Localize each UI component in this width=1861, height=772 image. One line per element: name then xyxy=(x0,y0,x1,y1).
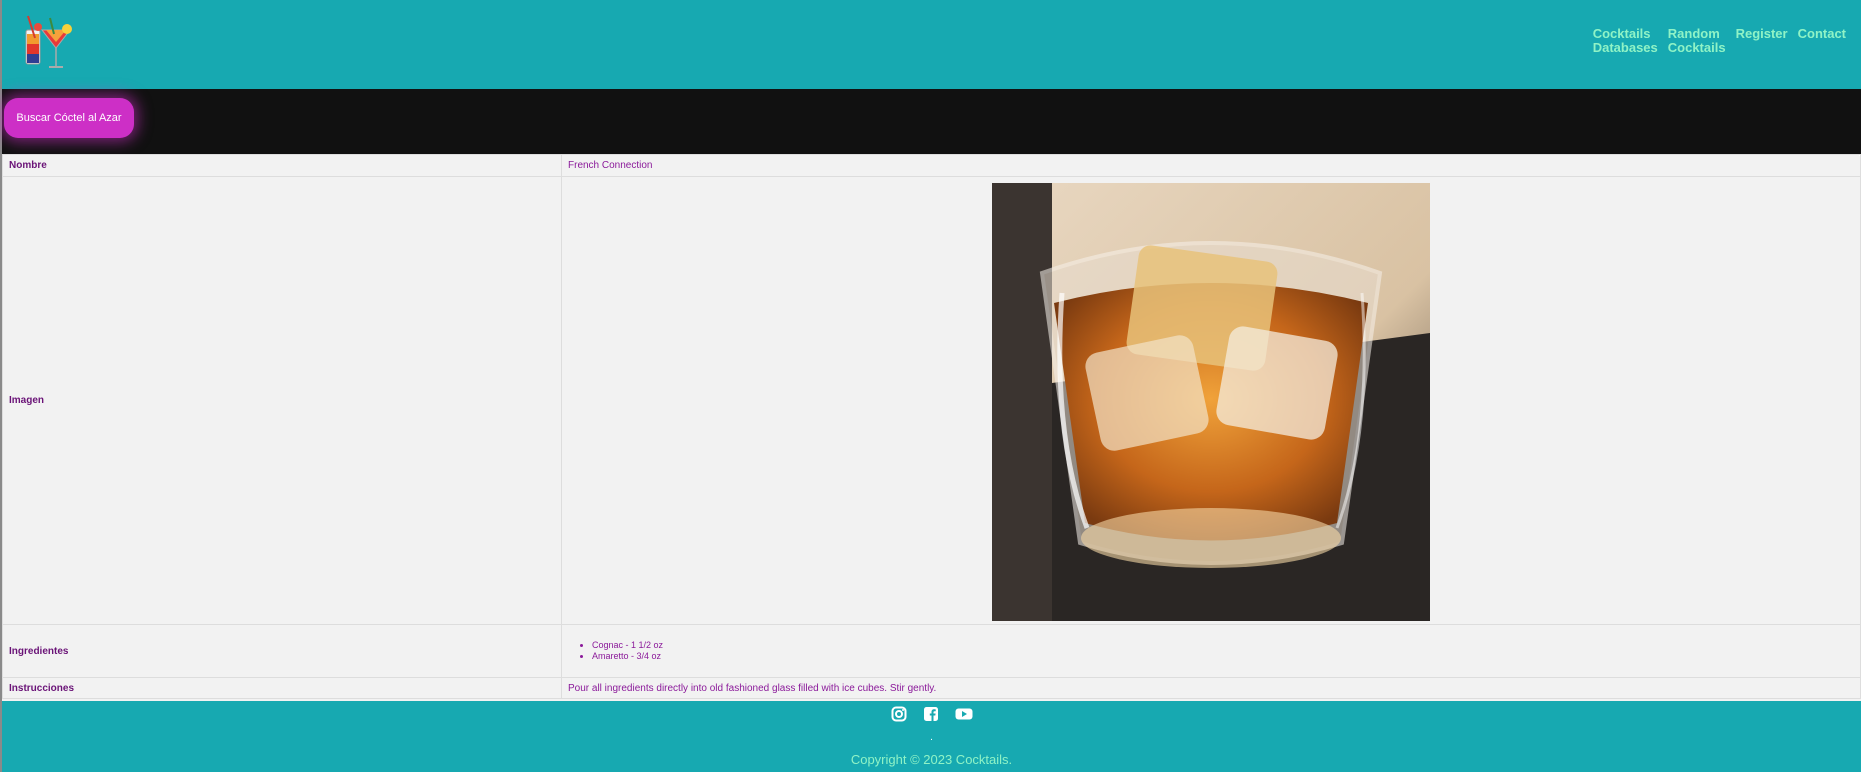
nav-cocktails-databases[interactable]: Cocktails Databases xyxy=(1593,27,1658,55)
image-cell xyxy=(561,176,1861,625)
nav-random-cocktails[interactable]: Random Cocktails xyxy=(1668,27,1726,55)
page: Cocktails Databases Random Cocktails Reg… xyxy=(0,0,1861,772)
ingredients-label: Ingredientes xyxy=(2,624,562,678)
table-row: Instrucciones Pour all ingredients direc… xyxy=(2,677,1861,699)
list-item: Cognac - 1 1/2 oz xyxy=(592,640,1854,651)
list-item: Amaretto - 3/4 oz xyxy=(592,651,1854,662)
copyright-text: Copyright © 2023 Cocktails. xyxy=(850,752,1013,767)
instructions-value: Pour all ingredients directly into old f… xyxy=(561,677,1861,699)
cocktail-table-container: Nombre French Connection Imagen Ingredie… xyxy=(2,154,1861,701)
instructions-label: Instrucciones xyxy=(2,677,562,699)
ingredients-list: Cognac - 1 1/2 oz Amaretto - 3/4 oz xyxy=(568,640,1854,662)
nav-register[interactable]: Register xyxy=(1736,27,1788,55)
name-value: French Connection xyxy=(561,154,1861,177)
header: Cocktails Databases Random Cocktails Reg… xyxy=(2,0,1861,89)
social-links xyxy=(2,706,1861,727)
footer-separator: . xyxy=(930,732,933,743)
random-cocktail-button[interactable]: Buscar Cóctel al Azar xyxy=(4,98,134,138)
table-row: Imagen xyxy=(2,176,1861,625)
table-row: Ingredientes Cognac - 1 1/2 oz Amaretto … xyxy=(2,624,1861,678)
main-nav: Cocktails Databases Random Cocktails Reg… xyxy=(1593,27,1846,55)
footer: . Copyright © 2023 Cocktails. xyxy=(2,701,1861,772)
cocktail-table: Nombre French Connection Imagen Ingredie… xyxy=(2,154,1861,699)
facebook-icon[interactable] xyxy=(923,706,939,727)
nav-contact[interactable]: Contact xyxy=(1798,27,1846,55)
name-label: Nombre xyxy=(2,154,562,177)
youtube-icon[interactable] xyxy=(955,706,973,727)
cocktails-logo[interactable] xyxy=(20,12,76,72)
image-label: Imagen xyxy=(2,176,562,625)
table-row: Nombre French Connection xyxy=(2,154,1861,177)
instagram-icon[interactable] xyxy=(891,706,907,727)
cocktail-image xyxy=(992,183,1430,621)
ingredients-cell: Cognac - 1 1/2 oz Amaretto - 3/4 oz xyxy=(561,624,1861,678)
action-bar xyxy=(2,89,1861,154)
